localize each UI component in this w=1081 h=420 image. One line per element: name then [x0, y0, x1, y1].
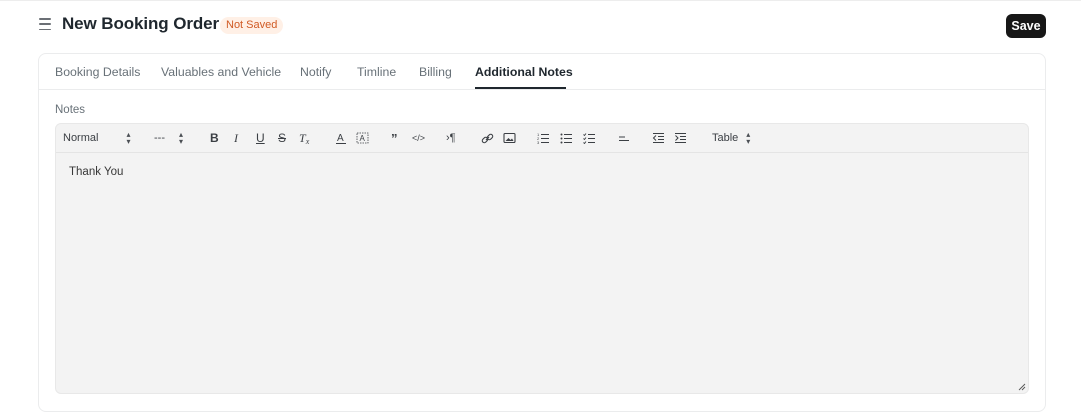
image-icon[interactable] [503, 129, 516, 147]
link-icon[interactable] [481, 129, 494, 147]
indent-icon[interactable] [674, 129, 687, 147]
page-title: New Booking Order [62, 14, 219, 33]
tab-billing[interactable]: Billing [419, 65, 452, 79]
hamburger-menu-icon[interactable] [39, 18, 51, 30]
tab-notify[interactable]: Notify [300, 65, 331, 79]
notes-label: Notes [55, 104, 86, 116]
editor-toolbar: Normal ▴ ▾ --- ▴ ▾ B I U S Tx A A ” </> ›¶ [56, 124, 1028, 153]
format-select[interactable]: Normal ▴ ▾ [63, 129, 130, 147]
tab-additional-notes[interactable]: Additional Notes [475, 65, 573, 79]
notes-editor-content[interactable]: Thank You [69, 166, 123, 178]
save-button[interactable]: Save [1006, 14, 1046, 38]
resize-handle-icon[interactable] [1018, 383, 1026, 391]
underline-icon[interactable]: U [256, 129, 265, 147]
check-list-icon[interactable] [583, 129, 596, 147]
svg-text:3: 3 [537, 140, 540, 144]
strikethrough-icon[interactable]: S [278, 129, 286, 147]
active-tab-indicator [475, 87, 566, 89]
tab-booking-details[interactable]: Booking Details [55, 65, 140, 79]
format-select-value: Normal [63, 132, 99, 144]
tabs-bar: Booking Details Valuables and Vehicle No… [39, 54, 1045, 90]
table-select-label: Table [712, 132, 739, 144]
top-divider [0, 0, 1081, 1]
svg-text:A: A [360, 134, 366, 143]
tab-timline[interactable]: Timline [357, 65, 396, 79]
select-arrows-icon: ▴ ▾ [746, 130, 751, 146]
background-color-icon[interactable]: A [356, 129, 369, 147]
size-select-value: --- [154, 132, 165, 144]
code-icon[interactable]: </> [412, 129, 425, 147]
bullet-list-icon[interactable] [560, 129, 573, 147]
svg-text:A: A [337, 133, 344, 144]
tab-valuables-and-vehicle[interactable]: Valuables and Vehicle [161, 65, 281, 79]
italic-icon[interactable]: I [234, 129, 238, 147]
notes-editor[interactable]: Normal ▴ ▾ --- ▴ ▾ B I U S Tx A A ” </> ›¶ [55, 123, 1029, 394]
bold-icon[interactable]: B [210, 129, 219, 147]
ordered-list-icon[interactable]: 123 [537, 129, 550, 147]
text-color-icon[interactable]: A [335, 129, 347, 147]
status-badge: Not Saved [220, 17, 284, 34]
outdent-icon[interactable] [652, 129, 665, 147]
select-arrows-icon: ▴ ▾ [126, 130, 131, 146]
align-icon[interactable] [618, 129, 630, 147]
clear-format-icon[interactable]: Tx [299, 129, 309, 147]
form-card: Booking Details Valuables and Vehicle No… [38, 53, 1046, 412]
size-select[interactable]: --- ▴ ▾ [154, 129, 183, 147]
direction-icon[interactable]: ›¶ [446, 129, 456, 147]
table-select[interactable]: Table ▴ ▾ [712, 129, 750, 147]
select-arrows-icon: ▴ ▾ [179, 130, 184, 146]
blockquote-icon[interactable]: ” [391, 129, 398, 147]
